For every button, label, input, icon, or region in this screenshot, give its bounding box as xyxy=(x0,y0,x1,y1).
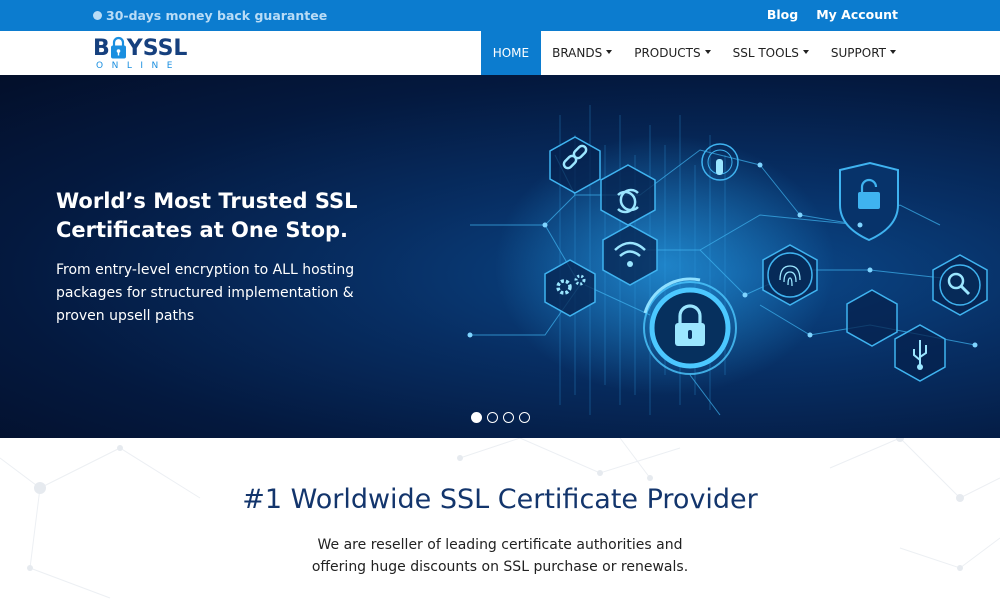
money-back-guarantee: 30-days money back guarantee xyxy=(93,8,327,23)
hero-subtitle: From entry-level encryption to ALL hosti… xyxy=(56,262,355,324)
my-account-link[interactable]: My Account xyxy=(816,7,898,22)
blog-link[interactable]: Blog xyxy=(767,7,798,22)
primary-menu: HOME BRANDS PRODUCTS SSL TOOLS SUPPORT xyxy=(480,31,907,75)
hero-slider: World’s Most Trusted SSL Certificates at… xyxy=(0,75,1000,438)
section-description: We are reseller of leading certificate a… xyxy=(311,537,689,575)
slide-dot-4[interactable] xyxy=(519,412,530,423)
slide-dot-3[interactable] xyxy=(503,412,514,423)
logo-wordmark: B YSSL xyxy=(93,36,188,61)
top-bar: 30-days money back guarantee Blog My Acc… xyxy=(0,0,1000,31)
intro-section: #1 Worldwide SSL Certificate Provider We… xyxy=(0,438,1000,600)
nav-home-label: HOME xyxy=(492,46,530,60)
caret-down-icon xyxy=(704,50,711,54)
top-links: Blog My Account xyxy=(767,7,898,22)
nav-brands-label: BRANDS xyxy=(552,46,603,60)
main-navbar: B YSSL ONLINE HOME BRANDS PRODUCTS SSL TO… xyxy=(0,31,1000,75)
nav-home[interactable]: HOME xyxy=(480,31,542,75)
slide-dot-1[interactable] xyxy=(471,412,482,423)
guarantee-text: 30-days money back guarantee xyxy=(106,8,328,23)
logo-lock-icon xyxy=(111,36,126,59)
nav-products[interactable]: PRODUCTS xyxy=(623,31,721,75)
caret-down-icon xyxy=(802,50,809,54)
caret-down-icon xyxy=(606,50,613,54)
badge-icon xyxy=(93,11,102,20)
hero-security-illustration xyxy=(467,105,988,416)
hero-title: World’s Most Trusted SSL Certificates at… xyxy=(56,189,358,242)
nav-brands[interactable]: BRANDS xyxy=(541,31,623,75)
slide-dot-2[interactable] xyxy=(487,412,498,423)
nav-ssl-tools[interactable]: SSL TOOLS xyxy=(722,31,820,75)
site-logo[interactable]: B YSSL ONLINE xyxy=(93,34,193,74)
logo-subtext: ONLINE xyxy=(96,61,181,71)
nav-products-label: PRODUCTS xyxy=(634,46,701,60)
nav-support-label: SUPPORT xyxy=(830,46,886,60)
nav-ssl-tools-label: SSL TOOLS xyxy=(732,46,799,60)
section-heading: #1 Worldwide SSL Certificate Provider xyxy=(242,484,758,515)
caret-down-icon xyxy=(890,50,896,54)
nav-support[interactable]: SUPPORT xyxy=(820,31,907,75)
slider-dots xyxy=(471,412,530,423)
